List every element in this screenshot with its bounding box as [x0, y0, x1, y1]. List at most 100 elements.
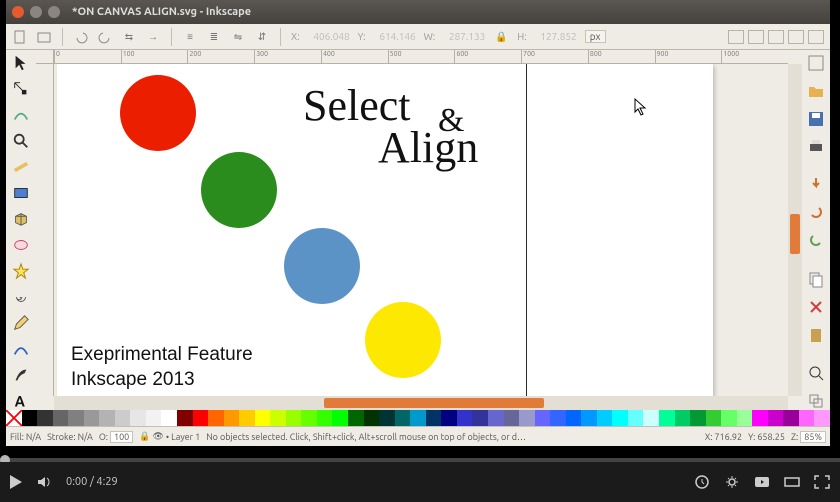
swatch[interactable]: [255, 410, 271, 426]
play-button-icon[interactable]: [10, 475, 22, 489]
link-icon[interactable]: ⇆: [121, 29, 137, 45]
swatch[interactable]: [239, 410, 255, 426]
swatch[interactable]: [783, 410, 799, 426]
vertical-scrollbar[interactable]: [788, 64, 802, 396]
swatch[interactable]: [37, 410, 53, 426]
print-icon[interactable]: [807, 138, 825, 156]
heading-line2[interactable]: Align: [378, 122, 478, 173]
paste-icon[interactable]: [807, 326, 825, 344]
swatch[interactable]: [317, 410, 333, 426]
swatch[interactable]: [379, 410, 395, 426]
swatch[interactable]: [115, 410, 131, 426]
swatch[interactable]: [675, 410, 691, 426]
copy-icon[interactable]: [807, 270, 825, 288]
swatch[interactable]: [301, 410, 317, 426]
theater-mode-icon[interactable]: [784, 475, 800, 489]
swatch[interactable]: [628, 410, 644, 426]
footer-line1[interactable]: Exeprimental Feature: [71, 344, 253, 366]
zoom-fit-icon[interactable]: [807, 364, 825, 382]
blue-circle[interactable]: [284, 228, 360, 304]
swatch[interactable]: [348, 410, 364, 426]
stroke-indicator[interactable]: Stroke:N/A: [47, 432, 93, 442]
swatch[interactable]: [643, 410, 659, 426]
snap-button-5[interactable]: [808, 30, 824, 44]
canvas[interactable]: Select & Align Exeprimental Feature Inks…: [54, 64, 788, 396]
swatch[interactable]: [721, 410, 737, 426]
swatch[interactable]: [130, 410, 146, 426]
swatch[interactable]: [270, 410, 286, 426]
swatch[interactable]: [457, 410, 473, 426]
undo2-icon[interactable]: [807, 204, 825, 222]
layer-selector[interactable]: 🔒 👁 •Layer 1: [139, 431, 200, 442]
w-field[interactable]: W:287.133: [424, 31, 486, 42]
rectangle-tool-icon[interactable]: [11, 184, 31, 202]
tweak-tool-icon[interactable]: [11, 106, 31, 124]
bezier-tool-icon[interactable]: [11, 340, 31, 358]
swatch[interactable]: [659, 410, 675, 426]
swatch[interactable]: [193, 410, 209, 426]
lock-icon[interactable]: 🔒: [139, 431, 150, 442]
swatch[interactable]: [472, 410, 488, 426]
node-tool-icon[interactable]: [11, 80, 31, 98]
open-file-icon[interactable]: [807, 82, 825, 100]
h-field[interactable]: H:127.852: [517, 31, 576, 42]
redo2-icon[interactable]: [807, 232, 825, 250]
zoom-field[interactable]: Z:85%: [791, 431, 826, 443]
align-lower-icon[interactable]: ≣: [206, 29, 222, 45]
opacity-field[interactable]: O:100: [99, 431, 133, 443]
swatch[interactable]: [332, 410, 348, 426]
3dbox-tool-icon[interactable]: [11, 210, 31, 228]
swatch[interactable]: [410, 410, 426, 426]
star-tool-icon[interactable]: [11, 262, 31, 280]
volume-control[interactable]: [36, 474, 52, 490]
red-circle[interactable]: [120, 75, 196, 151]
settings-icon[interactable]: [724, 475, 740, 489]
swatch[interactable]: [535, 410, 551, 426]
import-icon[interactable]: [807, 176, 825, 194]
spiral-tool-icon[interactable]: [11, 288, 31, 306]
swatch[interactable]: [146, 410, 162, 426]
window-minimize-button[interactable]: [30, 6, 42, 18]
flip-h-icon[interactable]: ⇋: [230, 29, 246, 45]
green-circle[interactable]: [201, 152, 277, 228]
lock-aspect-icon[interactable]: 🔒: [493, 29, 509, 45]
window-maximize-button[interactable]: [48, 6, 60, 18]
swatch[interactable]: [68, 410, 84, 426]
swatch[interactable]: [161, 410, 177, 426]
swatch[interactable]: [53, 410, 69, 426]
calligraphy-tool-icon[interactable]: [11, 366, 31, 384]
open-document-icon[interactable]: [36, 29, 52, 45]
selector-tool-icon[interactable]: [11, 54, 31, 72]
unit-selector[interactable]: px: [585, 30, 606, 43]
swatch[interactable]: [597, 410, 613, 426]
color-palette[interactable]: [6, 410, 830, 426]
snap-button-3[interactable]: [768, 30, 784, 44]
new-document-icon[interactable]: [12, 29, 28, 45]
snap-button-2[interactable]: [748, 30, 764, 44]
redo-icon[interactable]: [97, 29, 113, 45]
swatch[interactable]: [426, 410, 442, 426]
swatch[interactable]: [504, 410, 520, 426]
footer-line2[interactable]: Inkscape 2013: [71, 369, 195, 391]
arrow-icon[interactable]: →: [145, 29, 161, 45]
save-icon[interactable]: [807, 110, 825, 128]
swatch[interactable]: [488, 410, 504, 426]
swatch[interactable]: [814, 410, 830, 426]
swatch[interactable]: [737, 410, 753, 426]
swatch[interactable]: [286, 410, 302, 426]
youtube-icon[interactable]: [754, 475, 770, 489]
measure-tool-icon[interactable]: [11, 158, 31, 176]
swatch[interactable]: [566, 410, 582, 426]
swatch[interactable]: [395, 410, 411, 426]
snap-button-4[interactable]: [788, 30, 804, 44]
swatch[interactable]: [364, 410, 380, 426]
window-close-button[interactable]: [12, 6, 24, 18]
swatch[interactable]: [519, 410, 535, 426]
y-field[interactable]: Y:614.146: [358, 31, 416, 42]
swatch[interactable]: [768, 410, 784, 426]
swatch[interactable]: [224, 410, 240, 426]
swatch[interactable]: [177, 410, 193, 426]
x-field[interactable]: X:406.048: [291, 31, 350, 42]
swatch[interactable]: [799, 410, 815, 426]
yellow-circle[interactable]: [365, 302, 441, 378]
